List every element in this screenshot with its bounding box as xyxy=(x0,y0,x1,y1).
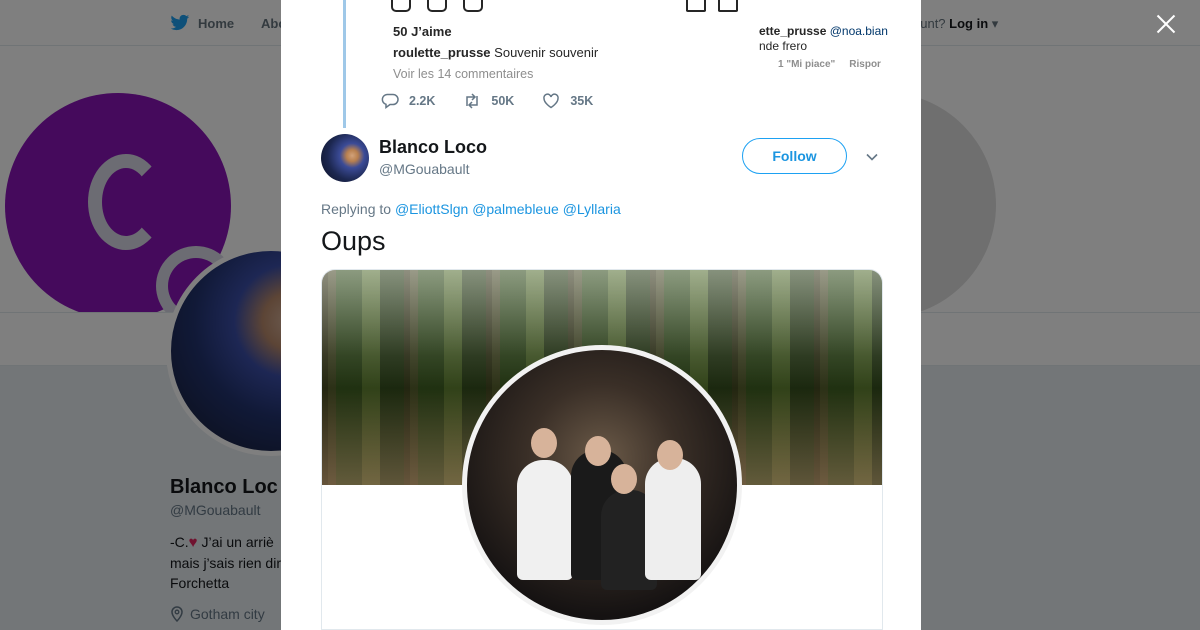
ig-right-reply: Rispor xyxy=(849,59,881,70)
ig-caption: roulette_prusse Souvenir souvenir xyxy=(393,45,598,60)
replying-prefix: Replying to xyxy=(321,201,392,217)
like-action[interactable]: 35K xyxy=(542,92,593,110)
group-photo-circle xyxy=(462,345,742,625)
ig-bookmark-icon xyxy=(718,0,738,12)
tweet-modal: 50 J’aime roulette_prusse Souvenir souve… xyxy=(281,0,921,630)
tweet-media-image[interactable] xyxy=(321,269,883,630)
tweet-text: Oups xyxy=(321,226,386,256)
author-avatar[interactable] xyxy=(321,134,369,182)
reply-action[interactable]: 2.2K xyxy=(381,92,435,110)
person-4 xyxy=(645,458,701,580)
person-3-head xyxy=(611,464,637,494)
ig-right-user: ette_prusse xyxy=(759,24,827,38)
instagram-save-icons xyxy=(686,0,738,12)
author-name[interactable]: Blanco Loco xyxy=(379,137,487,158)
replying-to-line: Replying to @EliottSlgn @palmebleue @Lyl… xyxy=(321,201,621,217)
close-icon[interactable] xyxy=(1152,10,1180,38)
reply-mention-1[interactable]: @EliottSlgn xyxy=(395,201,468,217)
ig-likes-count: 50 J’aime xyxy=(393,24,452,39)
ig-caption-text: Souvenir souvenir xyxy=(494,45,599,60)
person-1-head xyxy=(531,428,557,458)
ig-right-text: nde frero xyxy=(759,39,808,53)
reply-count: 2.2K xyxy=(409,94,436,108)
ig-upload-icon xyxy=(686,0,706,12)
heart-icon xyxy=(543,93,560,109)
ig-share-icon xyxy=(463,0,483,12)
ig-comments-link: Voir les 14 commentaires xyxy=(393,67,534,81)
ig-heart-icon xyxy=(391,0,411,12)
instagram-action-icons xyxy=(391,0,483,12)
like-count: 35K xyxy=(570,94,594,108)
reply-icon xyxy=(381,93,399,109)
person-1 xyxy=(517,460,573,580)
ig-comment-icon xyxy=(427,0,447,12)
ig-right-comment: ette_prusse @noa.bian xyxy=(759,24,888,38)
reply-mention-2[interactable]: @palmebleue xyxy=(472,201,559,217)
author-handle[interactable]: @MGouabault xyxy=(379,161,469,177)
person-4-head xyxy=(657,440,683,470)
ig-right-mention: @noa.bian xyxy=(829,24,888,38)
retweet-icon xyxy=(466,93,479,109)
previous-tweet-actions: 2.2K 50K 35K xyxy=(381,92,593,110)
ig-right-likes: 1 "Mi piace" xyxy=(778,59,836,70)
retweet-count: 50K xyxy=(491,94,515,108)
person-2-head xyxy=(585,436,611,466)
chevron-down-icon[interactable] xyxy=(865,150,879,164)
ig-caption-user: roulette_prusse xyxy=(393,45,491,60)
follow-button[interactable]: Follow xyxy=(742,138,847,174)
ig-right-meta: 1 "Mi piace" Rispor xyxy=(778,59,881,70)
thread-connector-line xyxy=(343,0,346,128)
retweet-action[interactable]: 50K xyxy=(463,92,514,110)
reply-mention-3[interactable]: @Lyllaria xyxy=(563,201,621,217)
